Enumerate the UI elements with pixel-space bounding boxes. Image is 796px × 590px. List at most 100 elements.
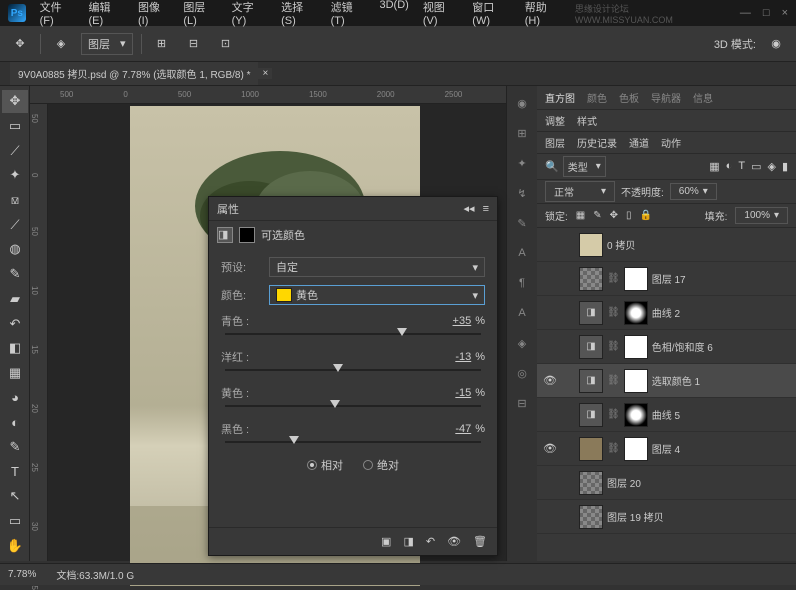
marquee-tool[interactable]: ▭ <box>2 115 28 138</box>
slider-value[interactable]: +35 <box>431 315 471 327</box>
layer-item[interactable]: ◨⛓色相/饱和度 6 <box>537 330 796 364</box>
dodge-tool[interactable]: ◐ <box>2 411 28 434</box>
tab-close-icon[interactable]: × <box>258 68 272 79</box>
panel-tab[interactable]: 导航器 <box>651 90 681 105</box>
slider-value[interactable]: -47 <box>431 423 471 435</box>
radio-relative[interactable]: 相对 <box>307 457 343 473</box>
history-brush-tool[interactable]: ↶ <box>2 312 28 335</box>
shape-tool[interactable]: ▭ <box>2 510 28 533</box>
layer-name[interactable]: 选取颜色 1 <box>652 373 700 388</box>
blend-mode-dropdown[interactable]: 正常▾ <box>545 181 615 202</box>
dock-icon[interactable]: ✎ <box>509 210 535 236</box>
link-icon[interactable]: ⛓ <box>607 341 620 352</box>
menu-item[interactable]: 窗口(W) <box>472 0 510 27</box>
filter-icon[interactable]: ◐ <box>726 160 733 173</box>
panel-tab[interactable]: 图层 <box>545 135 565 150</box>
filter-icon[interactable]: ◈ <box>767 160 775 173</box>
layer-name[interactable]: 图层 19 拷贝 <box>607 509 664 524</box>
heal-tool[interactable]: ◍ <box>2 238 28 261</box>
link-icon[interactable]: ⛓ <box>607 375 620 386</box>
dock-icon[interactable]: ⊟ <box>509 390 535 416</box>
layer-name[interactable]: 图层 20 <box>607 475 641 490</box>
layer-mask[interactable] <box>624 335 648 359</box>
clip-icon[interactable]: ▣ <box>381 535 391 548</box>
eyedrop-tool[interactable]: ⟋ <box>2 213 28 236</box>
radio-absolute[interactable]: 绝对 <box>363 457 399 473</box>
type-tool[interactable]: T <box>2 460 28 483</box>
layer-name[interactable]: 曲线 5 <box>652 407 680 422</box>
menu-item[interactable]: 文字(Y) <box>232 0 267 27</box>
lock-icon[interactable]: ✎ <box>593 210 601 221</box>
panel-tab[interactable]: 动作 <box>661 135 681 150</box>
maximize-icon[interactable]: □ <box>763 7 770 19</box>
delete-icon[interactable]: 🗑 <box>473 535 487 548</box>
align-icon[interactable]: ⊡ <box>214 32 238 56</box>
slider-value[interactable]: -15 <box>431 387 471 399</box>
slider-value[interactable]: -13 <box>431 351 471 363</box>
slider-track[interactable] <box>225 441 481 443</box>
panel-tab[interactable]: 直方图 <box>545 90 575 105</box>
link-icon[interactable]: ⛓ <box>607 307 620 318</box>
filter-icon[interactable]: ▭ <box>751 160 761 173</box>
align-icon[interactable]: ⊟ <box>182 32 206 56</box>
lock-icon[interactable]: ▯ <box>626 210 632 221</box>
lasso-tool[interactable]: ⟋ <box>2 139 28 162</box>
filter-icon[interactable]: T <box>738 160 745 173</box>
lock-icon[interactable]: 🔒 <box>640 210 652 221</box>
fill-input[interactable]: 100%▾ <box>735 207 788 224</box>
dock-icon[interactable]: ◈ <box>509 330 535 356</box>
menu-item[interactable]: 图层(L) <box>183 0 217 27</box>
move-tool[interactable]: ✥ <box>2 90 28 113</box>
hand-tool[interactable]: ✋ <box>2 534 28 557</box>
3d-icon[interactable]: ◉ <box>764 32 788 56</box>
visibility-toggle[interactable]: 👁 <box>541 442 559 455</box>
path-tool[interactable]: ↖ <box>2 485 28 508</box>
crop-tool[interactable]: ⟏ <box>2 189 28 212</box>
slider-track[interactable] <box>225 405 481 407</box>
search-icon[interactable]: 🔍 <box>545 160 559 173</box>
zoom-value[interactable]: 7.78% <box>8 569 36 580</box>
layer-mask[interactable] <box>624 267 648 291</box>
align-icon[interactable]: ⊞ <box>150 32 174 56</box>
menu-item[interactable]: 编辑(E) <box>88 0 123 27</box>
layer-item[interactable]: 0 拷贝 <box>537 228 796 262</box>
collapse-icon[interactable]: ◂◂ <box>464 202 475 215</box>
link-icon[interactable]: ⛓ <box>607 409 620 420</box>
brush-tool[interactable]: ✎ <box>2 263 28 286</box>
lock-icon[interactable]: ▦ <box>576 210 585 221</box>
menu-item[interactable]: 帮助(H) <box>525 0 561 27</box>
blur-tool[interactable]: ◕ <box>2 386 28 409</box>
stamp-tool[interactable]: ▰ <box>2 288 28 311</box>
menu-icon[interactable]: ≡ <box>483 203 489 215</box>
panel-tab[interactable]: 样式 <box>577 113 597 128</box>
eraser-tool[interactable]: ◧ <box>2 337 28 360</box>
doc-info[interactable]: 文档:63.3M/1.0 G <box>56 567 134 582</box>
auto-select-icon[interactable]: ◈ <box>49 32 73 56</box>
layer-name[interactable]: 0 拷贝 <box>607 237 635 252</box>
layer-item[interactable]: ◨⛓曲线 5 <box>537 398 796 432</box>
menu-item[interactable]: 选择(S) <box>281 0 316 27</box>
document-tab[interactable]: 9V0A0885 拷贝.psd @ 7.78% (选取颜色 1, RGB/8) … <box>10 62 258 85</box>
layer-mask[interactable] <box>624 403 648 427</box>
dock-icon[interactable]: ✦ <box>509 150 535 176</box>
dock-icon[interactable]: A <box>509 300 535 326</box>
layer-mask[interactable] <box>624 369 648 393</box>
panel-tab[interactable]: 历史记录 <box>577 135 617 150</box>
slider-track[interactable] <box>225 333 481 335</box>
dock-icon[interactable]: ↯ <box>509 180 535 206</box>
move-tool-icon[interactable]: ✥ <box>8 32 32 56</box>
panel-tab[interactable]: 信息 <box>693 90 713 105</box>
wand-tool[interactable]: ✦ <box>2 164 28 187</box>
dock-icon[interactable]: ◎ <box>509 360 535 386</box>
menu-item[interactable]: 滤镜(T) <box>331 0 366 27</box>
lock-icon[interactable]: ✥ <box>610 210 618 221</box>
layer-item[interactable]: 图层 19 拷贝 <box>537 500 796 534</box>
panel-tab[interactable]: 通道 <box>629 135 649 150</box>
dock-icon[interactable]: ¶ <box>509 270 535 296</box>
filter-icon[interactable]: ▦ <box>709 160 719 173</box>
menu-item[interactable]: 视图(V) <box>423 0 458 27</box>
reset-icon[interactable]: ↶ <box>426 535 435 548</box>
layer-name[interactable]: 图层 17 <box>652 271 686 286</box>
layer-item[interactable]: 👁⛓图层 4 <box>537 432 796 466</box>
color-dropdown[interactable]: 黄色▾ <box>269 285 485 305</box>
